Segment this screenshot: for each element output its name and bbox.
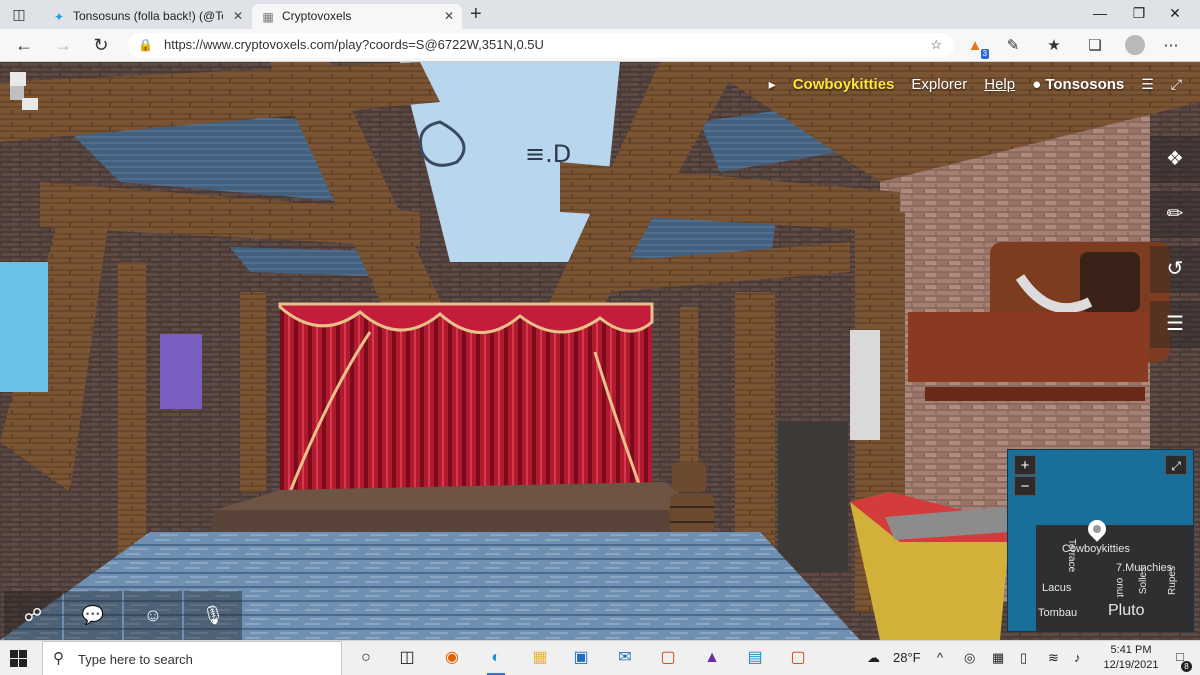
hud-top-bar: ▸ Cowboykitties Explorer Help ● Tonsoson… (769, 74, 1182, 94)
map-label: Tombau (1038, 607, 1078, 619)
address-field[interactable]: 🔒 https://www.cryptovoxels.com/play?coor… (128, 33, 954, 58)
map-expand-icon[interactable]: ⤢ (1165, 455, 1187, 475)
refresh-button[interactable]: ↻ (89, 34, 113, 56)
notifications-icon[interactable]: □ 8 (1170, 649, 1192, 672)
add-blocks-icon[interactable]: ❖ (1150, 136, 1200, 183)
twitter-bird-icon: ✦ (53, 10, 65, 24)
close-window-icon[interactable]: ✕ (1160, 5, 1190, 22)
help-link[interactable]: Help (984, 76, 1015, 93)
new-tab-button[interactable]: + (470, 3, 482, 25)
restore-icon[interactable]: ❐ (1124, 5, 1154, 22)
clock-time: 5:41 PM (1110, 644, 1152, 656)
tab-label: Tonsosuns (folla back!) (@Tonso (73, 9, 223, 23)
chat-icon[interactable]: 💬 (64, 591, 122, 640)
lock-icon[interactable]: 🔒 (138, 38, 153, 52)
office-icon[interactable]: ▢ (654, 644, 682, 672)
search-placeholder: Type here to search (78, 652, 193, 667)
cryptovoxels-icon: ▦ (262, 10, 274, 24)
search-icon: ⚲ (53, 650, 64, 667)
share-icon[interactable]: ☍ (4, 591, 62, 640)
settings-sliders-icon[interactable]: ☰ (1141, 76, 1154, 93)
user-icon: ● (1032, 75, 1046, 93)
taskbar-clock[interactable]: 5:41 PM 12/19/2021 (1096, 643, 1166, 673)
collections-icon[interactable]: ❏ (1084, 35, 1106, 57)
bottom-toolbar: ☍ 💬 ☺ 🎙 (4, 591, 242, 640)
notification-count: 8 (1181, 661, 1192, 672)
wifi-icon[interactable]: ≋ (1048, 650, 1059, 666)
cat-app-icon[interactable]: ▲ (698, 644, 726, 672)
map-label: Terrace (1066, 538, 1078, 573)
map-label: Rupes (1166, 566, 1178, 595)
map-label: Pluto (1108, 602, 1145, 619)
map-label: Solles (1138, 566, 1150, 595)
minimize-icon[interactable]: — (1085, 5, 1115, 21)
microphone-muted-icon[interactable]: 🎙 (184, 591, 242, 640)
back-button[interactable]: ← (12, 34, 36, 56)
favorites-icon[interactable]: ★ (1043, 35, 1065, 57)
more-menu-icon[interactable]: ⋯ (1160, 35, 1182, 57)
task-view-icon[interactable]: ◫ (393, 644, 421, 672)
tab-label: Cryptovoxels (282, 9, 352, 23)
stage-curtain (280, 304, 652, 494)
username-label: Tonsosons (1045, 75, 1125, 93)
cryptovoxels-logo-icon[interactable] (10, 72, 40, 112)
metamask-extension-icon[interactable]: ▲ 3 (964, 35, 989, 59)
side-toolbar: ❖ ✏ ↺ ☰ (1150, 136, 1200, 356)
url-text: https://www.cryptovoxels.com/play?coords… (164, 37, 544, 52)
world-name-link[interactable]: Cowboykitties (793, 76, 895, 93)
close-tab-icon[interactable]: ✕ (444, 4, 454, 29)
close-tab-icon[interactable]: ✕ (233, 4, 243, 29)
tab-actions-icon[interactable]: ◫ (8, 5, 30, 23)
browser-toolbar: ← → ↻ 🔒 https://www.cryptovoxels.com/pla… (0, 29, 1200, 62)
map-zoom-in-button[interactable]: + (1014, 455, 1036, 475)
minimap[interactable]: + − ⤢ Cowboykitties 7.Munchies Lacus Ter… (1007, 449, 1194, 632)
firefox-icon[interactable]: ◉ (438, 644, 466, 672)
taskbar-search-box[interactable]: ⚲ Type here to search (42, 641, 342, 675)
show-hidden-icons-icon[interactable]: ^ (937, 650, 943, 665)
edge-browser-icon[interactable]: ◐ (482, 644, 510, 675)
list-icon[interactable]: ☰ (1150, 301, 1200, 348)
volume-muted-icon[interactable]: ♪ (1074, 650, 1081, 665)
extensions-icon[interactable]: ✎ (1002, 35, 1024, 57)
paint-brush-icon[interactable]: ✏ (1150, 191, 1200, 238)
map-zoom-out-button[interactable]: − (1014, 476, 1036, 496)
chevron-right-icon[interactable]: ▸ (769, 76, 776, 93)
browser-tab-strip: ◫ ✦ Tonsosuns (folla back!) (@Tonso ✕ ▦ … (0, 0, 1200, 29)
windows-taskbar: ⚲ Type here to search ○ ◫ ◉ ◐ ▦ ▣ ✉ ▢ ▲ … (0, 640, 1200, 675)
microsoft-store-icon[interactable]: ▣ (567, 644, 595, 672)
map-label: onut (1114, 577, 1126, 598)
world-viewport[interactable]: ≡.D ▸ Cowboykitties Explorer Help ● Tons… (0, 62, 1200, 640)
extension-badge: 3 (980, 49, 989, 59)
battery-icon[interactable]: ▯ (1020, 650, 1027, 666)
file-explorer-icon[interactable]: ▦ (526, 644, 554, 672)
photos-icon[interactable]: ▤ (741, 644, 769, 672)
forward-button[interactable]: → (51, 34, 75, 56)
add-favorite-icon[interactable]: ☆ (930, 37, 942, 53)
weather-icon[interactable]: ☁ (867, 650, 880, 666)
tray-app-2-icon[interactable]: ▦ (992, 650, 1004, 666)
clock-date: 12/19/2021 (1103, 659, 1159, 671)
explorer-link[interactable]: Explorer (911, 76, 967, 93)
office-2-icon[interactable]: ▢ (784, 644, 812, 672)
mail-icon[interactable]: ✉ (611, 644, 639, 672)
map-label: Lacus (1042, 582, 1072, 594)
tab-twitter[interactable]: ✦ Tonsosuns (folla back!) (@Tonso ✕ (43, 4, 251, 29)
windows-start-icon[interactable] (10, 650, 27, 667)
history-icon[interactable]: ↺ (1150, 246, 1200, 293)
tray-app-icon[interactable]: ◎ (964, 650, 975, 666)
user-menu[interactable]: ● Tonsosons (1032, 76, 1124, 93)
profile-avatar[interactable] (1125, 35, 1145, 55)
tab-cryptovoxels[interactable]: ▦ Cryptovoxels ✕ (252, 4, 462, 29)
cortana-icon[interactable]: ○ (352, 644, 380, 672)
fullscreen-icon[interactable]: ⤢ (1171, 76, 1182, 93)
weather-temp[interactable]: 28°F (893, 650, 921, 665)
emote-icon[interactable]: ☺ (124, 591, 182, 640)
